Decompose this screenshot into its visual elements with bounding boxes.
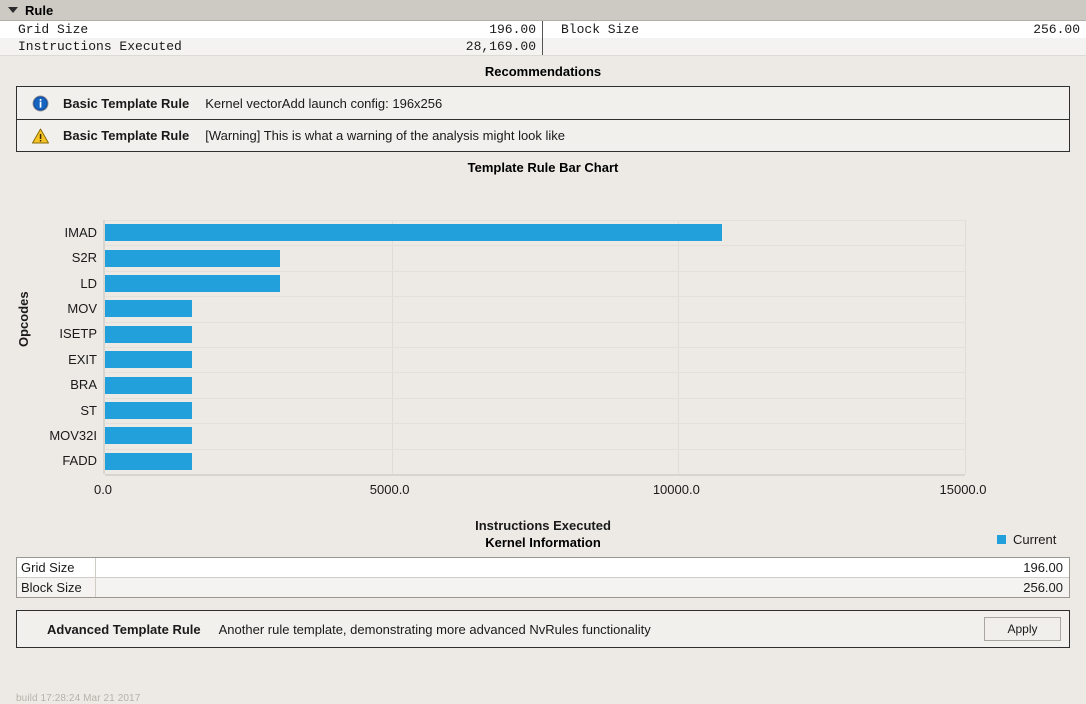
recommendations-panel: Basic Template Rule Kernel vectorAdd lau… (16, 86, 1070, 152)
table-row[interactable]: Grid Size 196.00 (0, 21, 542, 38)
table-row[interactable] (543, 38, 1086, 55)
list-item[interactable]: Basic Template Rule Kernel vectorAdd lau… (17, 87, 1069, 119)
gridline (105, 245, 965, 246)
kernel-info-label: Block Size (17, 578, 96, 597)
legend-label: Current (1013, 532, 1056, 547)
y-axis-tick-label: MOV32I (49, 428, 97, 443)
summary-label: Block Size (561, 21, 639, 38)
x-axis-line (105, 474, 965, 476)
kernel-info-value: 196.00 (96, 558, 1069, 577)
kernel-info-label: Grid Size (17, 558, 96, 577)
summary-value: 256.00 (1033, 21, 1080, 38)
summary-value: 196.00 (489, 21, 536, 38)
bar-imad[interactable] (105, 224, 722, 241)
y-axis-tick-label: BRA (70, 377, 97, 392)
x-axis-tick-label: 5000.0 (370, 482, 410, 497)
rule-name: Basic Template Rule (63, 128, 189, 143)
rule-message: [Warning] This is what a warning of the … (205, 128, 565, 143)
y-axis-tick-label: ST (80, 403, 97, 418)
chart-legend: Current (997, 532, 1056, 547)
table-row[interactable]: Block Size 256.00 (17, 577, 1069, 597)
gridline (105, 449, 965, 450)
x-axis-title: Instructions Executed (0, 518, 1086, 533)
table-row[interactable]: Instructions Executed 28,169.00 (0, 38, 542, 55)
rule-message: Kernel vectorAdd launch config: 196x256 (205, 96, 442, 111)
y-axis-title: Opcodes (16, 291, 31, 347)
gridline (105, 296, 965, 297)
gridline (105, 271, 965, 272)
warning-icon (31, 127, 49, 145)
y-axis-tick-label: EXIT (68, 352, 97, 367)
kernel-info-value: 256.00 (96, 578, 1069, 597)
rule-section-header[interactable]: Rule (0, 0, 1086, 21)
x-axis-tick-label: 0.0 (94, 482, 112, 497)
rule-name: Basic Template Rule (63, 96, 189, 111)
gridline (105, 423, 965, 424)
legend-swatch (997, 535, 1006, 544)
y-axis-tick-label: LD (80, 276, 97, 291)
recommendations-heading: Recommendations (0, 56, 1086, 86)
kernel-information-table: Grid Size 196.00 Block Size 256.00 (16, 557, 1070, 598)
list-item[interactable]: Basic Template Rule [Warning] This is wh… (17, 119, 1069, 151)
y-axis-tick-label: IMAD (65, 225, 98, 240)
gridline (105, 372, 965, 373)
bar-exit[interactable] (105, 351, 192, 368)
y-axis-tick-label: S2R (72, 250, 97, 265)
info-icon (31, 94, 49, 112)
x-axis-tick-label: 10000.0 (653, 482, 700, 497)
bar-s2r[interactable] (105, 250, 280, 267)
gridline (105, 398, 965, 399)
gridline (965, 220, 966, 474)
summary-right-column: Block Size 256.00 (543, 21, 1086, 55)
bar-bra[interactable] (105, 377, 192, 394)
gridline (105, 322, 965, 323)
chevron-down-icon[interactable] (8, 7, 18, 13)
y-axis-tick-label: ISETP (59, 326, 97, 341)
table-row[interactable]: Grid Size 196.00 (17, 558, 1069, 577)
rule-message: Another rule template, demonstrating mor… (219, 622, 984, 637)
bar-mov[interactable] (105, 300, 192, 317)
advanced-rule-panel: Advanced Template Rule Another rule temp… (16, 610, 1070, 648)
y-axis-tick-label: MOV (67, 301, 97, 316)
bar-mov32i[interactable] (105, 427, 192, 444)
page-title: Rule (25, 3, 53, 18)
gridline (105, 220, 965, 221)
rule-summary-table: Grid Size 196.00 Instructions Executed 2… (0, 21, 1086, 56)
summary-label: Instructions Executed (18, 38, 182, 55)
bar-ld[interactable] (105, 275, 280, 292)
bar-fadd[interactable] (105, 453, 192, 470)
x-axis-tick-label: 15000.0 (940, 482, 987, 497)
bar-isetp[interactable] (105, 326, 192, 343)
plot-area (103, 220, 965, 474)
summary-value: 28,169.00 (466, 38, 536, 55)
apply-button[interactable]: Apply (984, 617, 1061, 641)
bar-st[interactable] (105, 402, 192, 419)
y-axis-tick-label: FADD (62, 453, 97, 468)
summary-label: Grid Size (18, 21, 88, 38)
build-stamp: build 17:28:24 Mar 21 2017 (16, 693, 140, 704)
template-rule-bar-chart: Opcodes Instructions Executed Current IM… (0, 182, 1086, 527)
chart-title: Template Rule Bar Chart (0, 152, 1086, 182)
rule-name: Advanced Template Rule (47, 622, 201, 637)
table-row[interactable]: Block Size 256.00 (543, 21, 1086, 38)
gridline (105, 347, 965, 348)
summary-left-column: Grid Size 196.00 Instructions Executed 2… (0, 21, 543, 55)
